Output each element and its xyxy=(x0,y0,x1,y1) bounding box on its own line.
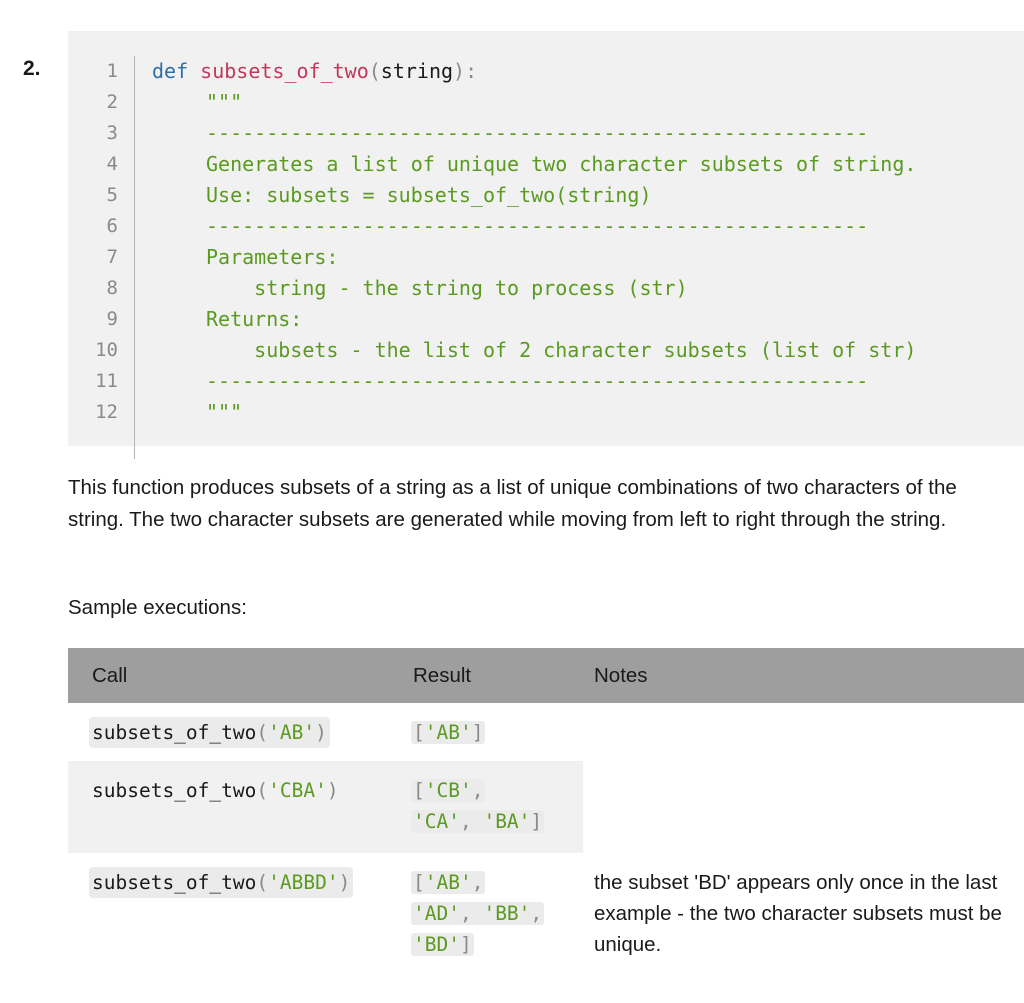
result-code: 'BD'] xyxy=(411,933,474,956)
sample-executions-heading: Sample executions: xyxy=(68,596,247,619)
call-code: subsets_of_two('CBA') xyxy=(92,779,339,802)
line-number: 10 xyxy=(95,339,118,361)
column-header-result: Result xyxy=(413,664,472,687)
code-block: 1 2 3 4 5 6 7 8 9 10 11 12 def subsets_o… xyxy=(68,31,1024,459)
docstring-line: ----------------------------------------… xyxy=(206,214,869,238)
column-header-call: Call xyxy=(92,664,128,687)
docstring-line: Generates a list of unique two character… xyxy=(206,152,917,176)
paren-open: ( xyxy=(368,59,381,83)
docstring-line: string - the string to process (str) xyxy=(206,276,688,300)
result-code: ['CB', xyxy=(411,779,486,802)
param-name: string xyxy=(380,59,454,83)
function-name: subsets_of_two xyxy=(200,59,369,83)
line-number: 8 xyxy=(106,277,118,299)
paren-close: ): xyxy=(453,59,478,83)
docstring-line: ----------------------------------------… xyxy=(206,121,869,145)
table-header: Call Result Notes xyxy=(68,648,1024,703)
call-code: subsets_of_two('ABBD') xyxy=(89,867,354,898)
result-code: 'AD', 'BB', xyxy=(411,902,545,925)
line-number: 7 xyxy=(106,246,118,268)
docstring-line: """ xyxy=(206,90,243,114)
def-keyword: def xyxy=(152,59,189,83)
list-item-number: 2. xyxy=(23,57,41,80)
code-line-def: def subsets_of_two(string): xyxy=(152,56,477,87)
result-code: ['AB'] xyxy=(411,721,486,744)
line-number-gutter: 1 2 3 4 5 6 7 8 9 10 11 12 xyxy=(68,56,135,459)
line-number: 5 xyxy=(106,184,118,206)
result-code: ['AB', xyxy=(411,871,486,894)
docstring-line: Returns: xyxy=(206,307,303,331)
result-code: 'CA', 'BA'] xyxy=(411,810,545,833)
line-number: 3 xyxy=(106,122,118,144)
docstring-line: Use: subsets = subsets_of_two(string) xyxy=(206,183,652,207)
docstring-line: Parameters: xyxy=(206,245,339,269)
line-number: 4 xyxy=(106,153,118,175)
column-header-notes: Notes xyxy=(594,664,648,687)
line-number: 6 xyxy=(106,215,118,237)
notes-text: the subset 'BD' appears only once in the… xyxy=(594,871,1002,956)
description-paragraph: This function produces subsets of a stri… xyxy=(68,476,957,531)
line-number: 9 xyxy=(106,308,118,330)
call-code: subsets_of_two('AB') xyxy=(89,717,330,748)
line-number: 11 xyxy=(95,370,118,392)
line-number: 12 xyxy=(95,401,118,423)
docstring-line: """ xyxy=(206,400,243,424)
docstring-line: ----------------------------------------… xyxy=(206,369,869,393)
line-number: 1 xyxy=(106,60,118,82)
line-number: 2 xyxy=(106,91,118,113)
docstring-line: subsets - the list of 2 character subset… xyxy=(206,338,917,362)
